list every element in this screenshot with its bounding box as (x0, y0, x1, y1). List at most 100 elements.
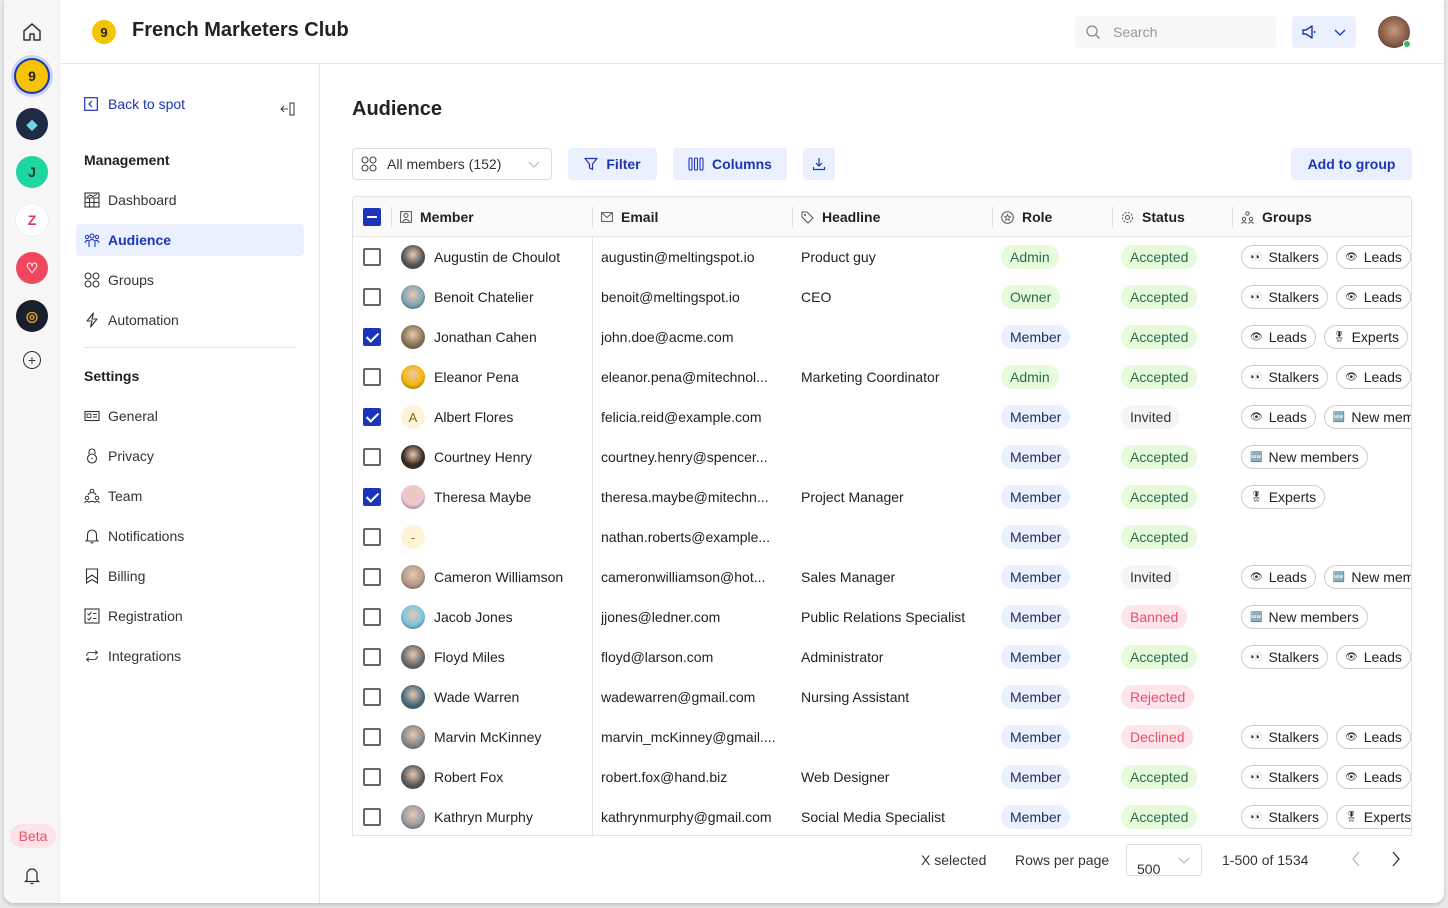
back-to-spot-link[interactable]: Back to spot (84, 96, 185, 112)
row-checkbox[interactable] (363, 808, 381, 826)
sidebar-item-billing[interactable]: Billing (76, 560, 304, 592)
member-name[interactable]: Jonathan Cahen (434, 317, 537, 357)
group-chip[interactable]: 👁 Leads (1336, 365, 1411, 389)
group-chip[interactable]: 👀 Stalkers (1241, 245, 1329, 269)
status-badge[interactable]: Accepted (1121, 765, 1198, 789)
column-header-headline[interactable]: Headline (792, 197, 880, 237)
row-checkbox[interactable] (363, 528, 381, 546)
role-badge[interactable]: Member (1001, 605, 1071, 629)
member-name[interactable]: Wade Warren (434, 677, 519, 717)
row-checkbox[interactable] (363, 448, 381, 466)
row-checkbox[interactable] (363, 648, 381, 666)
group-chip[interactable]: 🎖 Experts (1241, 485, 1326, 509)
group-chip[interactable]: 🆕 New members (1323, 565, 1411, 589)
table-row[interactable]: Floyd Miles floyd@larson.com Administrator… (353, 637, 1411, 677)
add-spot-button[interactable]: + (23, 351, 41, 369)
column-header-email[interactable]: Email (592, 197, 658, 237)
notifications-bell-icon[interactable] (23, 866, 41, 886)
status-badge[interactable]: Accepted (1121, 245, 1198, 269)
status-badge[interactable]: Accepted (1121, 645, 1198, 669)
group-chip[interactable]: 👁 Leads (1241, 325, 1316, 349)
table-row[interactable]: Robert Fox robert.fox@hand.biz Web Designe… (353, 757, 1411, 797)
table-row[interactable]: Theresa Maybe theresa.maybe@mitechn... Pro… (353, 477, 1411, 517)
member-name[interactable]: Cameron Williamson (434, 557, 563, 597)
rows-per-page-select[interactable]: 500 (1126, 844, 1202, 877)
role-badge[interactable]: Member (1001, 405, 1071, 429)
add-to-group-button[interactable]: Add to group (1291, 148, 1412, 180)
group-chip[interactable]: 👁 Leads (1336, 645, 1411, 669)
previous-page-button[interactable] (1350, 850, 1362, 868)
spot-avatar-spot-4[interactable]: Z (16, 204, 48, 236)
table-row[interactable]: Jonathan Cahen john.doe@acme.com Member Acc… (353, 317, 1411, 357)
group-chip[interactable]: 👀 Stalkers (1241, 285, 1329, 309)
table-row[interactable]: - nathan.roberts@example... Member Accepted (353, 517, 1411, 557)
member-name[interactable]: Courtney Henry (434, 437, 532, 477)
status-badge[interactable]: Accepted (1121, 485, 1198, 509)
sidebar-item-privacy[interactable]: Privacy (76, 440, 304, 472)
role-badge[interactable]: Member (1001, 805, 1071, 829)
status-badge[interactable]: Rejected (1121, 685, 1195, 709)
table-row[interactable]: A Albert Flores felicia.reid@example.com Me… (353, 397, 1411, 437)
status-badge[interactable]: Accepted (1121, 525, 1198, 549)
member-name[interactable]: Kathryn Murphy (434, 797, 533, 835)
member-name[interactable]: Benoit Chatelier (434, 277, 534, 317)
group-chip[interactable]: 👁 Leads (1336, 285, 1411, 309)
row-checkbox[interactable] (363, 408, 381, 426)
spot-avatar-spot-6[interactable]: ◎ (16, 300, 48, 332)
role-badge[interactable]: Owner (1001, 285, 1061, 309)
role-badge[interactable]: Member (1001, 765, 1071, 789)
row-checkbox[interactable] (363, 488, 381, 506)
search-input[interactable]: Search (1075, 16, 1276, 48)
group-chip[interactable]: 🎖 Experts (1336, 805, 1411, 829)
group-chip[interactable]: 🆕 New members (1241, 445, 1368, 469)
member-name[interactable]: Jacob Jones (434, 597, 513, 637)
role-badge[interactable]: Member (1001, 525, 1071, 549)
sidebar-item-groups[interactable]: Groups (76, 264, 304, 296)
status-badge[interactable]: Declined (1121, 725, 1194, 749)
collapse-sidebar-icon[interactable] (280, 102, 296, 116)
member-name[interactable]: Robert Fox (434, 757, 503, 797)
download-button[interactable] (803, 148, 835, 180)
role-badge[interactable]: Member (1001, 565, 1071, 589)
group-chip[interactable]: 👀 Stalkers (1241, 725, 1329, 749)
row-checkbox[interactable] (363, 248, 381, 266)
sidebar-item-notifications[interactable]: Notifications (76, 520, 304, 552)
group-chip[interactable]: 👀 Stalkers (1241, 765, 1329, 789)
group-chip[interactable]: 👁 Leads (1336, 725, 1411, 749)
member-name[interactable]: Augustin de Choulot (434, 237, 560, 277)
sidebar-item-registration[interactable]: Registration (76, 600, 304, 632)
spot-avatar-spot-3[interactable]: J (16, 156, 48, 188)
sidebar-item-automation[interactable]: Automation (76, 304, 304, 336)
role-badge[interactable]: Admin (1001, 365, 1059, 389)
spot-avatar-spot-5[interactable]: ♡ (16, 252, 48, 284)
member-name[interactable]: Eleanor Pena (434, 357, 519, 397)
role-badge[interactable]: Member (1001, 485, 1071, 509)
group-chip[interactable]: 👁 Leads (1336, 765, 1411, 789)
column-header-status[interactable]: Status (1112, 197, 1185, 237)
home-icon[interactable] (21, 22, 43, 42)
sidebar-item-general[interactable]: General (76, 400, 304, 432)
group-chip[interactable]: 👀 Stalkers (1241, 805, 1329, 829)
column-header-groups[interactable]: Groups (1232, 197, 1312, 237)
role-badge[interactable]: Member (1001, 325, 1071, 349)
status-badge[interactable]: Accepted (1121, 365, 1198, 389)
table-row[interactable]: Wade Warren wadewarren@gmail.com Nursing A… (353, 677, 1411, 717)
member-filter-select[interactable]: All members (152) (352, 148, 552, 180)
role-badge[interactable]: Member (1001, 685, 1071, 709)
group-chip[interactable]: 👁 Leads (1241, 405, 1316, 429)
group-chip[interactable]: 👀 Stalkers (1241, 365, 1329, 389)
next-page-button[interactable] (1390, 850, 1402, 868)
table-row[interactable]: Kathryn Murphy kathrynmurphy@gmail.com Soc… (353, 797, 1411, 835)
sidebar-item-team[interactable]: Team (76, 480, 304, 512)
member-name[interactable]: Theresa Maybe (434, 477, 531, 517)
table-row[interactable]: Cameron Williamson cameronwilliamson@hot.… (353, 557, 1411, 597)
group-chip[interactable]: 🆕 New members (1241, 605, 1368, 629)
row-checkbox[interactable] (363, 688, 381, 706)
filter-button[interactable]: Filter (568, 148, 657, 180)
column-header-member[interactable]: Member (391, 197, 474, 237)
group-chip[interactable]: 👁 Leads (1241, 565, 1316, 589)
group-chip[interactable]: 🆕 New members (1323, 405, 1411, 429)
table-row[interactable]: Courtney Henry courtney.henry@spencer... M… (353, 437, 1411, 477)
role-badge[interactable]: Member (1001, 725, 1071, 749)
role-badge[interactable]: Member (1001, 645, 1071, 669)
